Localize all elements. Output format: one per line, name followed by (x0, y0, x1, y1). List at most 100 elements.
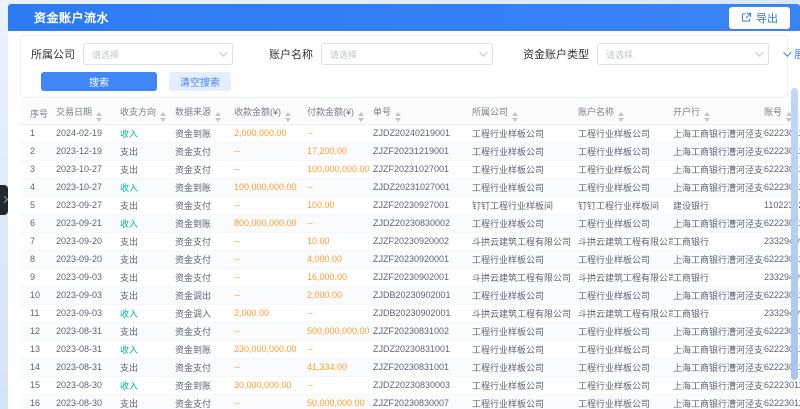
cell-date: 2023-09-20 (56, 232, 120, 250)
cell-bank: 上海工商银行漕河泾支行 (673, 376, 764, 394)
select-placeholder: 请选择 (92, 48, 119, 61)
column-label: 付款金额(¥) (307, 107, 354, 117)
cell-source: 资金支付 (175, 232, 234, 250)
cell-order-no: ZJZF20231027001 (373, 160, 472, 178)
column-header[interactable]: 单号 (373, 103, 472, 124)
cell-payment: -- (307, 178, 373, 196)
cell-source: 资金到账 (175, 376, 234, 394)
account-type-select[interactable]: 请选择 (597, 43, 769, 65)
table-row: 22023-12-19支出资金支付--17,200.00ZJZF20231219… (20, 142, 800, 160)
sidebar-collapse-handle[interactable] (0, 185, 8, 215)
cell-bank: 上海工商银行漕河泾支行 (673, 124, 764, 142)
cell-direction: 支出 (120, 322, 175, 340)
cell-company: 钉钉工程行业样板间 (472, 196, 578, 214)
cell-order-no: ZJZF20230902001 (373, 268, 472, 286)
column-header[interactable]: 所属公司 (472, 103, 578, 124)
cell-date: 2023-10-27 (56, 160, 120, 178)
cell-payment: 16,000.00 (307, 268, 373, 286)
sort-icon[interactable] (704, 112, 710, 122)
cell-payment: -- (307, 214, 373, 232)
cell-direction: 支出 (120, 358, 175, 376)
cell-payment: 2,000.00 (307, 286, 373, 304)
account-name-select[interactable]: 请选择 (321, 43, 493, 65)
cell-company: 工程行业样板公司 (472, 358, 578, 376)
cell-bank: 上海工商银行漕河泾支行 (673, 394, 764, 409)
cell-account-name: 工程行业样板公司 (578, 322, 673, 340)
sort-icon[interactable] (395, 112, 401, 122)
search-button[interactable]: 搜索 (41, 72, 157, 91)
column-header[interactable]: 付款金额(¥) (307, 103, 373, 124)
cell-account-name: 斗拱云建筑工程有限公司 (578, 268, 673, 286)
table-row: 42023-10-27收入资金到账100,000,000.00--ZJDZ202… (20, 178, 800, 196)
cell-direction: 支出 (120, 286, 175, 304)
cell-no: 1 (20, 124, 56, 142)
table-header-row: 序号交易日期收支方向数据来源收款金额(¥)付款金额(¥)单号所属公司账户名称开户… (20, 103, 800, 124)
expand-filters-link[interactable]: 展开筛选 (783, 46, 800, 62)
cell-payment: 10.00 (307, 232, 373, 250)
cell-date: 2023-09-03 (56, 268, 120, 286)
cell-source: 资金支付 (175, 268, 234, 286)
vertical-scrollbar[interactable] (791, 88, 798, 380)
column-label: 收款金额(¥) (234, 107, 281, 117)
sort-icon[interactable] (618, 112, 624, 122)
cell-direction: 支出 (120, 142, 175, 160)
cell-date: 2023-08-31 (56, 340, 120, 358)
cell-receipt: -- (234, 196, 307, 214)
cell-bank: 上海工商银行漕河泾支行 (673, 250, 764, 268)
column-header[interactable]: 数据来源 (175, 103, 234, 124)
table-row: 102023-09-03支出资金调出--2,000.00ZJDB20230902… (20, 286, 800, 304)
table-row: 112023-09-03收入资金调入2,000.00--ZJDB20230902… (20, 304, 800, 322)
sort-icon[interactable] (358, 112, 364, 122)
cell-direction: 支出 (120, 268, 175, 286)
cell-order-no: ZJZF20230927001 (373, 196, 472, 214)
cell-order-no: ZJDZ20230831001 (373, 340, 472, 358)
cell-source: 资金支付 (175, 160, 234, 178)
filter-label: 所属公司 (31, 46, 75, 62)
cell-bank: 上海工商银行漕河泾支行 (673, 322, 764, 340)
cell-direction: 支出 (120, 160, 175, 178)
expand-filters-label: 展开筛选 (794, 46, 800, 62)
export-button[interactable]: 导出 (729, 7, 790, 29)
cell-bank: 上海工商银行漕河泾支行 (673, 286, 764, 304)
sort-icon[interactable] (512, 112, 518, 122)
sort-icon[interactable] (160, 112, 166, 122)
cell-date: 2023-09-03 (56, 286, 120, 304)
cell-receipt: -- (234, 142, 307, 160)
sort-icon[interactable] (285, 112, 291, 122)
select-placeholder: 请选择 (606, 48, 633, 61)
cell-company: 工程行业样板公司 (472, 376, 578, 394)
column-header[interactable]: 账户名称 (578, 103, 673, 124)
cell-direction: 支出 (120, 394, 175, 409)
cell-no: 8 (20, 250, 56, 268)
cell-account-name: 斗拱云建筑工程有限公司 (578, 304, 673, 322)
cell-source: 资金支付 (175, 250, 234, 268)
cell-source: 资金调入 (175, 304, 234, 322)
cell-order-no: ZJZF20230830007 (373, 394, 472, 409)
cell-no: 12 (20, 322, 56, 340)
cell-no: 9 (20, 268, 56, 286)
table-row: 82023-09-20支出资金支付--4,000.00ZJZF202309200… (20, 250, 800, 268)
cell-account-name: 工程行业样板公司 (578, 358, 673, 376)
cell-payment: -- (307, 376, 373, 394)
cell-order-no: ZJDZ20230830002 (373, 214, 472, 232)
column-header[interactable]: 开户行 (673, 103, 764, 124)
column-label: 账号 (764, 107, 782, 117)
cell-source: 资金到账 (175, 178, 234, 196)
cell-payment: 500,000,000.00 (307, 322, 373, 340)
company-select[interactable]: 请选择 (83, 43, 233, 65)
cell-receipt: -- (234, 322, 307, 340)
sort-icon[interactable] (215, 112, 221, 122)
column-header[interactable]: 收支方向 (120, 103, 175, 124)
cell-account-name: 工程行业样板公司 (578, 160, 673, 178)
cell-receipt: -- (234, 160, 307, 178)
cell-source: 资金支付 (175, 394, 234, 409)
cell-payment: -- (307, 124, 373, 142)
column-header[interactable]: 交易日期 (56, 103, 120, 124)
table-body: 12024-02-19收入资金到账2,000,000.00--ZJDZ20240… (20, 124, 800, 409)
column-header[interactable]: 收款金额(¥) (234, 103, 307, 124)
cell-account-name: 工程行业样板公司 (578, 376, 673, 394)
cell-no: 11 (20, 304, 56, 322)
clear-search-button[interactable]: 清空搜索 (169, 72, 231, 91)
filter-label: 资金账户类型 (523, 46, 589, 62)
sort-icon[interactable] (96, 112, 102, 122)
